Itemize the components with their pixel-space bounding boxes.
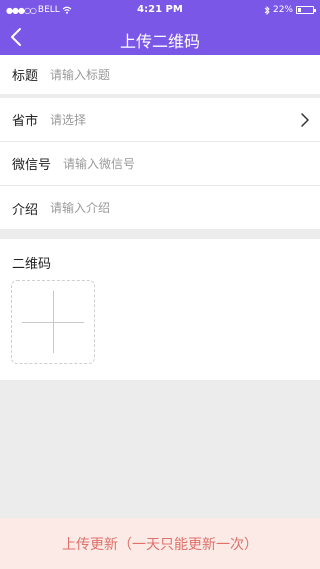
status-right: 22% (264, 5, 316, 15)
page-title: 上传二维码 (119, 32, 200, 51)
title-section: 标题 (0, 55, 320, 94)
region-row[interactable]: 省市 (0, 98, 320, 142)
info-section: 省市 微信号 介绍 (0, 98, 320, 229)
region-select[interactable] (50, 112, 251, 127)
wechat-row[interactable]: 微信号 (0, 142, 320, 186)
region-label: 省市 (12, 114, 39, 129)
intro-input[interactable] (50, 201, 251, 215)
chevron-right-icon (301, 113, 309, 127)
title-input[interactable] (50, 67, 251, 82)
bluetooth-icon (264, 5, 270, 15)
battery-icon (296, 6, 316, 14)
title-row[interactable]: 标题 (0, 55, 320, 94)
qr-label: 二维码 (12, 257, 52, 272)
submit-label: 上传更新（一天只能更新一次） (62, 536, 258, 553)
intro-row[interactable]: 介绍 (0, 186, 320, 230)
nav-bar: 上传二维码 (0, 20, 320, 55)
qr-upload-button[interactable] (11, 280, 95, 364)
qr-section: 二维码 (0, 239, 320, 380)
submit-button[interactable]: 上传更新（一天只能更新一次） (0, 518, 320, 569)
wechat-label: 微信号 (12, 158, 52, 173)
wechat-input[interactable] (63, 156, 264, 171)
plus-icon-vertical (53, 291, 54, 353)
title-label: 标题 (12, 69, 39, 84)
battery-percent: 22% (272, 5, 293, 15)
status-bar: ●●●○○ BELL 4:21 PM 22% (0, 0, 320, 20)
header: ●●●○○ BELL 4:21 PM 22% 上传二维码 (0, 0, 320, 55)
intro-label: 介绍 (12, 202, 39, 218)
